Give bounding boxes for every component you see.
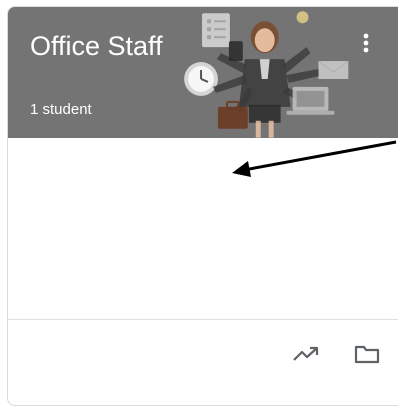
folder-icon: [354, 345, 380, 364]
card-footer-divider: [8, 319, 398, 320]
more-options-button[interactable]: [354, 29, 378, 57]
student-count: 1 student: [30, 101, 92, 118]
more-vert-icon: [363, 33, 369, 53]
trending-up-icon: [293, 346, 319, 361]
gradebook-button[interactable]: [289, 337, 323, 371]
class-card: Office Staff 1 student: [7, 6, 398, 406]
class-title[interactable]: Office Staff: [30, 29, 163, 63]
annotation-arrow: [232, 140, 397, 177]
class-card-header[interactable]: Office Staff 1 student: [8, 7, 398, 138]
class-folder-button[interactable]: [350, 337, 384, 371]
